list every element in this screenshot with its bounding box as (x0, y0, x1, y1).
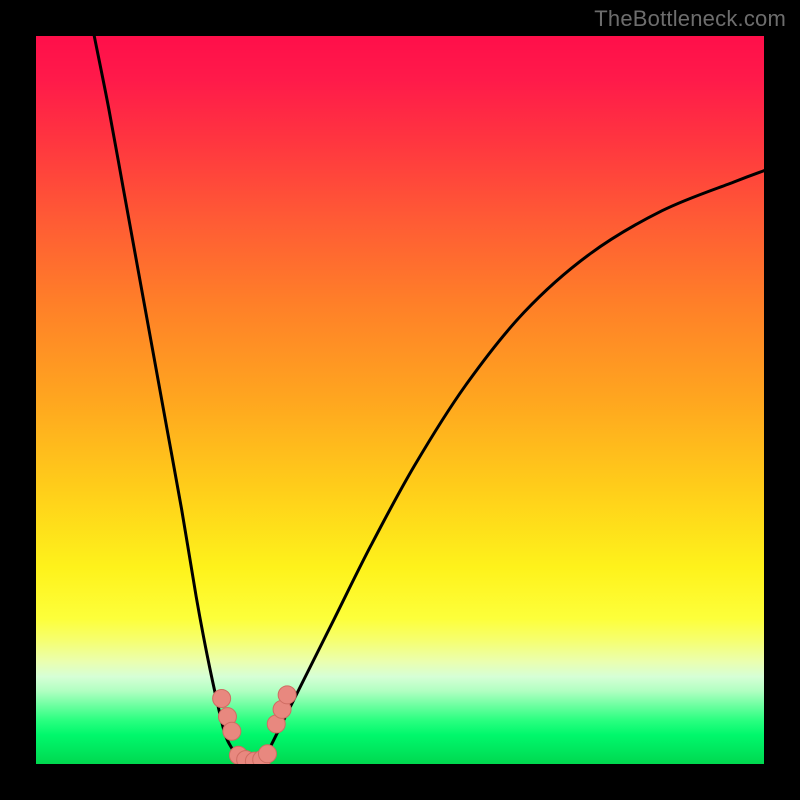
bottleneck-curve-path (94, 36, 764, 763)
bottleneck-curve (94, 36, 764, 763)
watermark-text: TheBottleneck.com (594, 6, 786, 32)
plot-area (36, 36, 764, 764)
data-markers (213, 686, 297, 764)
chart-svg-layer (36, 36, 764, 764)
data-marker (278, 686, 296, 704)
data-marker (223, 722, 241, 740)
data-marker (213, 689, 231, 707)
chart-frame: TheBottleneck.com (0, 0, 800, 800)
data-marker (259, 745, 277, 763)
